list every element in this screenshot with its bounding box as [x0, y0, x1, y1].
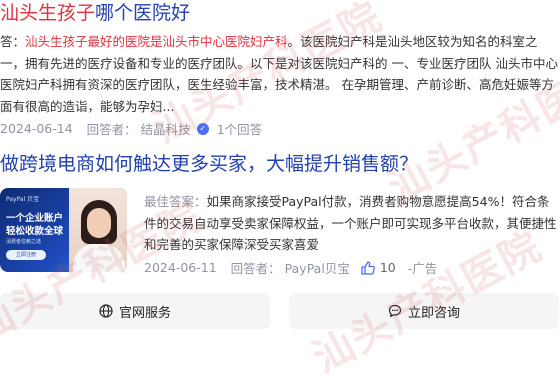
thumb-line-1: 一个企业账户 [6, 213, 64, 224]
result-1-title[interactable]: 汕头生孩子哪个医院好 [0, 0, 190, 26]
result-1-meta: 2024-06-14 回答者： 结晶科技 ✓ 1个回答 [0, 119, 262, 138]
answer-count[interactable]: 1个回答 [217, 119, 262, 138]
answerer-name[interactable]: 结晶科技 [141, 119, 191, 138]
like-count: 10 [379, 260, 396, 275]
best-answer-text: 如果商家接受PayPal付款，消费者购物意愿提高54%！符合条件的交易自动享受卖… [144, 194, 557, 252]
verified-icon: ✓ [196, 122, 209, 135]
answer-highlight: 汕头生孩子最好的医院是汕头市中心医院妇产科 [25, 34, 288, 49]
thumb-subtitle: 消费者信赖之选 [6, 239, 42, 245]
globe-icon [99, 304, 113, 318]
result-1-answer[interactable]: 答：汕头生孩子最好的医院是汕头市中心医院妇产科。该医院妇产科是汕头地区较为知名的… [0, 31, 560, 117]
thumb-line-2: 轻松收款全球 [6, 226, 64, 237]
chat-bubble-icon [388, 304, 402, 318]
result-1-date: 2024-06-14 [0, 121, 73, 136]
answerer-label: 回答者： [86, 122, 137, 137]
thumb-cta: 立即注册 [6, 250, 46, 260]
result-2-answerer-label: 回答者： [230, 261, 281, 276]
best-answer-prefix: 最佳答案： [144, 194, 207, 209]
official-service-label: 官网服务 [118, 305, 171, 321]
answer-prefix: 答： [0, 34, 26, 49]
result-2-answer[interactable]: 最佳答案：如果商家接受PayPal付款，消费者购物意愿提高54%！符合条件的交易… [144, 191, 560, 255]
ad-label: -广告 [407, 261, 438, 276]
like-button[interactable]: 10 [360, 260, 396, 276]
official-service-button[interactable]: 官网服务 [0, 293, 270, 329]
consult-now-button[interactable]: 立即咨询 [289, 293, 559, 329]
result-1-title-highlight[interactable]: 汕头生孩子 [0, 2, 95, 24]
thumbs-up-icon [361, 260, 375, 275]
result-2-meta: 2024-06-11 回答者： PayPal贝宝 10 -广告 [144, 258, 437, 277]
result-2-answerer-name[interactable]: PayPal贝宝 [285, 258, 350, 277]
result-1-title-rest[interactable]: 哪个医院好 [95, 2, 190, 24]
thumb-brand: PayPal 贝宝 [6, 196, 40, 203]
consult-now-label: 立即咨询 [407, 305, 460, 321]
ad-thumbnail[interactable]: PayPal 贝宝 一个企业账户 轻松收款全球 消费者信赖之选 立即注册 [0, 188, 127, 272]
result-2-title[interactable]: 做跨境电商如何触达更多买家，大幅提升销售额？ [0, 150, 418, 178]
result-2-date: 2024-06-11 [144, 260, 217, 275]
thumb-person-image [69, 188, 127, 272]
